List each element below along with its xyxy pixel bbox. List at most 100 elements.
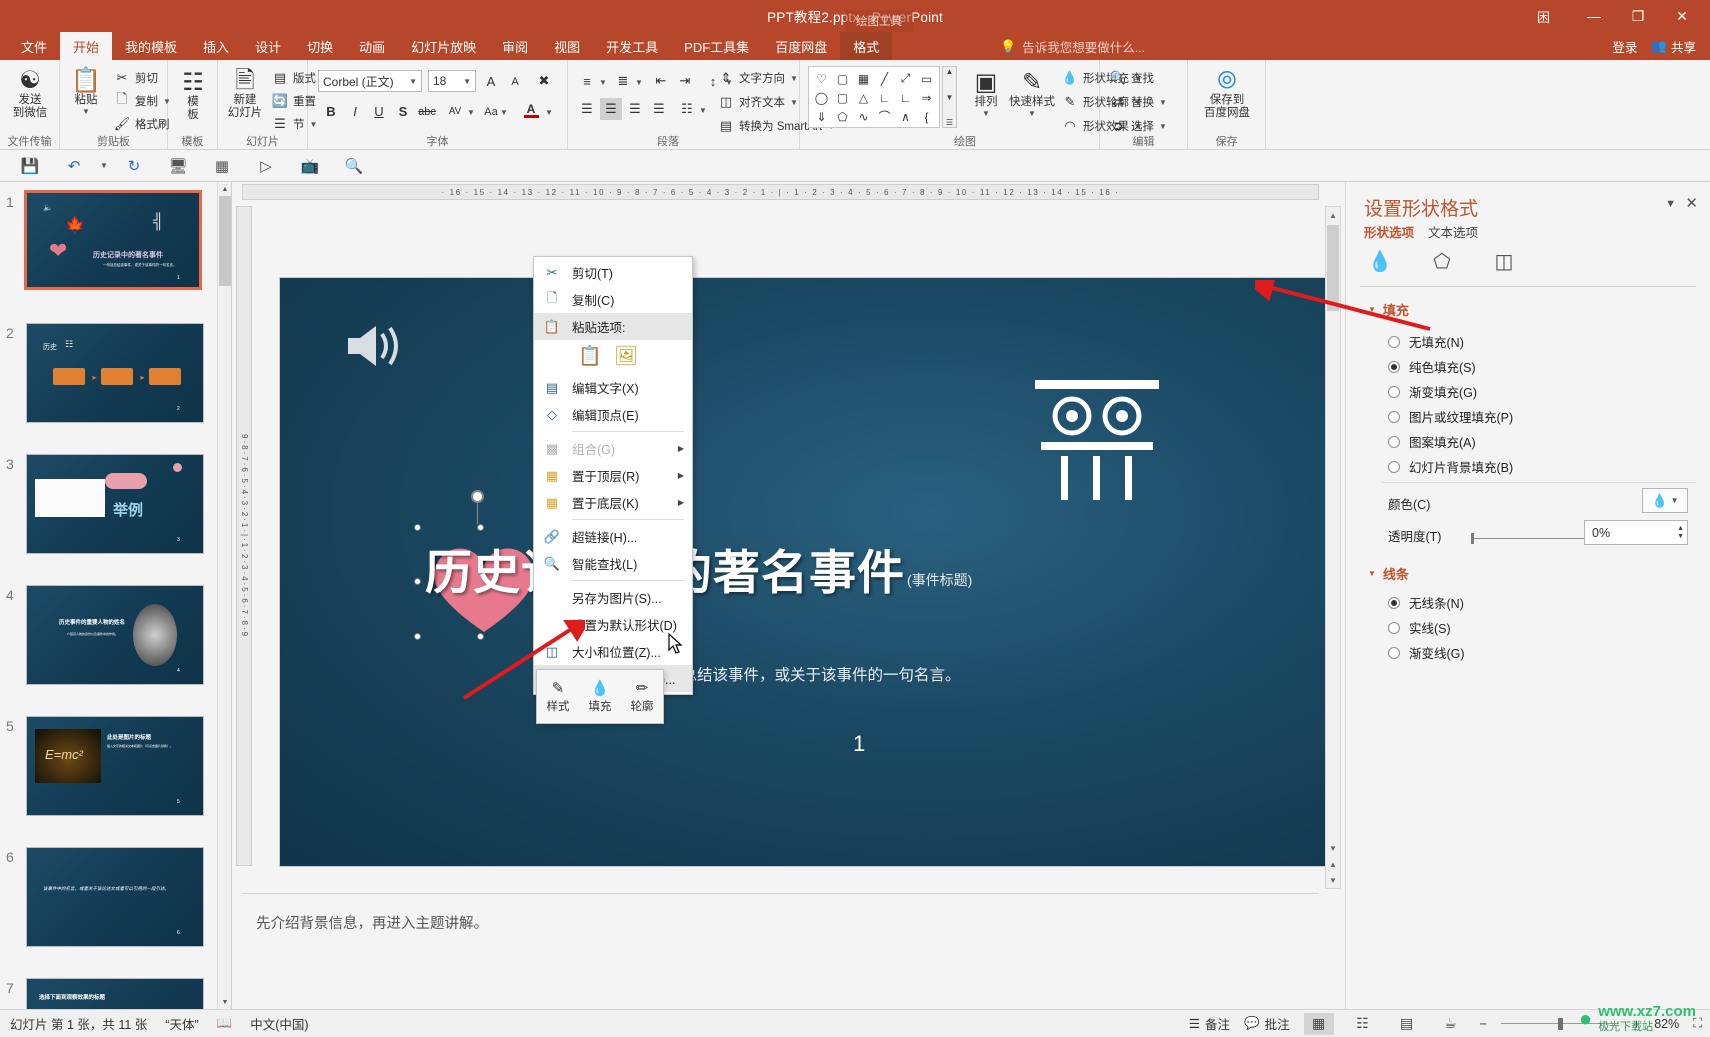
thumbnail-item-6[interactable]: 6 该事件中的名言，或者关于该论述文或者可以引用的一段引述。 6 (0, 845, 231, 970)
chevron-down-icon[interactable]: ▼ (467, 108, 475, 117)
fill-option-pattern-fill[interactable]: 图案填充(A) (1388, 432, 1476, 451)
start-presentation-icon[interactable]: 🖥 (156, 152, 200, 180)
scrollbar-thumb[interactable] (219, 196, 231, 286)
chevron-down-icon[interactable]: ▼ (635, 78, 643, 87)
slideshow-view-icon[interactable]: ☕ (1436, 1013, 1466, 1035)
thumbnail-slide-6[interactable]: 该事件中的名言，或者关于该论述文或者可以引用的一段引述。 6 (26, 847, 204, 947)
proofing-icon[interactable]: 📖 (217, 1016, 233, 1031)
thumbnail-slide-7[interactable]: 选择下面到观察效果的标题 (26, 978, 204, 1009)
line-option-solid-line[interactable]: 实线(S) (1388, 618, 1451, 637)
line-option-no-line[interactable]: 无线条(N) (1388, 593, 1464, 612)
slide-title-note[interactable]: (事件标题) (907, 570, 972, 590)
shape-triangle-icon[interactable]: △ (853, 88, 874, 107)
shape-arc-icon[interactable]: ⌒ (874, 107, 895, 126)
fill-option-slide-background-fill[interactable]: 幻灯片背景填充(B) (1388, 457, 1513, 476)
context-menu-item-send-to-back[interactable]: ▦ 置于底层(K) ▶ (534, 489, 692, 516)
character-spacing-button[interactable]: AV (444, 100, 466, 122)
thumbnail-item-1[interactable]: 1 🔈 🍁 ❤ ╣ 历史记录中的著名事件 一句话总结该事件，或关于该事件的一句名… (0, 190, 231, 315)
thumbnail-item-4[interactable]: 4 历史事件的重要人物的姓名 介绍该人物的身份以及事件中的作用。 4 (0, 583, 231, 708)
slide-sorter-icon[interactable]: ☷ (1348, 1013, 1378, 1035)
chevron-down-icon[interactable]: ▼ (790, 98, 798, 107)
person-icon[interactable]: 困 (1537, 7, 1550, 26)
scroll-up-icon[interactable]: ▲ (946, 67, 954, 76)
font-name-combo[interactable]: Corbel (正文) ▼ (318, 70, 422, 92)
next-slide-icon[interactable]: ▼ (1326, 872, 1340, 888)
chevron-down-icon[interactable]: ▼ (599, 78, 607, 87)
mini-toolbar[interactable]: ✎ 样式 💧 填充 ✏ 轮廓 (536, 669, 664, 724)
close-button[interactable]: ✕ (1660, 1, 1704, 31)
fill-option-picture-texture-fill[interactable]: 图片或纹理填充(P) (1388, 407, 1513, 426)
notes-toggle-button[interactable]: ☰ 备注 (1189, 1014, 1230, 1033)
change-case-button[interactable]: Aa (480, 101, 502, 123)
shape-down-arrow-icon[interactable]: ⇓ (811, 107, 832, 126)
tab-text-options[interactable]: 文本选项 (1428, 222, 1478, 241)
tab-home[interactable]: 开始 (60, 32, 113, 60)
transparency-slider-knob[interactable] (1471, 533, 1474, 544)
shape-curve-icon[interactable]: ∧ (895, 107, 916, 126)
undo-dropdown-icon[interactable]: ▼ (96, 152, 112, 180)
scroll-down-icon[interactable]: ▼ (946, 93, 954, 102)
shape-elbow-connector-icon[interactable]: ∟ (874, 88, 895, 107)
audio-speaker-icon[interactable] (342, 320, 400, 372)
font-color-button[interactable]: A (520, 98, 542, 122)
tab-design[interactable]: 设计 (242, 32, 294, 60)
save-icon[interactable]: 💾 (8, 152, 52, 180)
new-slide-button[interactable]: 🖹 新建 幻灯片 (220, 68, 270, 120)
context-menu[interactable]: ✂ 剪切(T) 🗋 复制(C) 📋 粘贴选项: 📋 🖼 ▤ 编辑文字(X) ◇ … (533, 256, 693, 695)
pane-close-icon[interactable]: ✕ (1685, 194, 1698, 212)
context-menu-item-hyperlink[interactable]: 🔗 超链接(H)... (534, 523, 692, 550)
fill-color-picker-button[interactable]: 💧 ▼ (1642, 488, 1688, 513)
paste-as-picture-icon[interactable]: 🖼 (614, 344, 640, 370)
thumbnail-slide-2[interactable]: 历史 ☷ ➤ ➤ 2 (26, 323, 204, 423)
line-section-header[interactable]: ▼ 线条 (1368, 564, 1409, 583)
context-menu-item-edit-text[interactable]: ▤ 编辑文字(X) (534, 374, 692, 401)
shape-rounded-rect-icon[interactable]: ▢ (832, 88, 853, 107)
shape-right-arrow-icon[interactable]: ⇒ (916, 88, 937, 107)
font-size-combo[interactable]: 18 ▼ (428, 70, 476, 92)
thumbnail-slide-4[interactable]: 历史事件的重要人物的姓名 介绍该人物的身份以及事件中的作用。 4 (26, 585, 204, 685)
align-left-button[interactable]: ☰ (576, 98, 598, 120)
new-textbox-icon[interactable]: ▦ (200, 152, 244, 180)
tab-animations[interactable]: 动画 (346, 32, 398, 60)
template-button[interactable]: ☷ 模 板 (176, 70, 210, 122)
replace-button[interactable]: ⇄ 替换 ▼ (1110, 94, 1167, 110)
copy-button[interactable]: 🗋 复制 ▼ (114, 91, 171, 109)
language-label[interactable]: 中文(中国) (250, 1014, 308, 1033)
find-button[interactable]: 🔍 查找 (1110, 70, 1154, 86)
redo-icon[interactable]: ↻ (112, 152, 156, 180)
slide-vertical-scrollbar[interactable]: ▲ ▼ ▲ ▼ (1325, 206, 1341, 889)
tab-baidu-netdisk[interactable]: 百度网盘 (762, 32, 840, 60)
context-menu-item-bring-to-front[interactable]: ▦ 置于顶层(R) ▶ (534, 462, 692, 489)
chevron-down-icon[interactable]: ▼ (982, 109, 990, 118)
shapes-gallery[interactable]: ♡ ▢ ▦ ╱ ⤢ ▭ ◯ ▢ △ ∟ ∟ ⇒ ⇓ ⬠ ∿ ⌒ ∧ { (808, 66, 940, 128)
paste-keep-source-formatting-icon[interactable]: 📋 (578, 344, 604, 370)
line-option-gradient-line[interactable]: 渐变线(G) (1388, 643, 1465, 662)
rotation-handle[interactable] (471, 490, 484, 503)
chevron-down-icon[interactable]: ▼ (699, 106, 707, 115)
clear-formatting-button[interactable]: ✖ (533, 70, 555, 92)
decrease-font-size-button[interactable]: A (504, 71, 526, 93)
strikethrough-button[interactable]: abc (416, 101, 438, 123)
share-button[interactable]: 👥 共享 (1651, 37, 1696, 56)
restore-button[interactable]: ❐ (1616, 1, 1660, 31)
shape-heart-icon[interactable]: ♡ (811, 69, 832, 88)
sign-in-link[interactable]: 登录 (1612, 37, 1637, 56)
tab-slideshow[interactable]: 幻灯片放映 (398, 32, 489, 60)
chevron-down-icon[interactable]: ▼ (409, 77, 417, 86)
chevron-down-icon[interactable]: ▼ (463, 77, 471, 86)
shape-line-icon[interactable]: ╱ (874, 69, 895, 88)
thumbnail-item-7[interactable]: 7 选择下面到观察效果的标题 (0, 976, 231, 1009)
tab-format[interactable]: 格式 (840, 32, 893, 60)
shape-rectangle-icon[interactable]: ▭ (916, 69, 937, 88)
shape-textbox-icon[interactable]: ▢ (832, 69, 853, 88)
tab-transitions[interactable]: 切换 (294, 32, 346, 60)
italic-button[interactable]: I (344, 100, 366, 122)
thumbnail-slide-3[interactable]: 举例 3 (26, 454, 204, 554)
scroll-up-icon[interactable]: ▲ (1326, 207, 1340, 223)
tab-pdf-tools[interactable]: PDF工具集 (671, 32, 762, 60)
radio-icon[interactable] (1388, 435, 1400, 448)
minimize-button[interactable]: — (1572, 1, 1616, 31)
numbering-button[interactable]: ≣ (612, 70, 634, 92)
spinner-up-icon[interactable]: ▲ (1677, 525, 1684, 533)
tab-developer[interactable]: 开发工具 (593, 32, 671, 60)
